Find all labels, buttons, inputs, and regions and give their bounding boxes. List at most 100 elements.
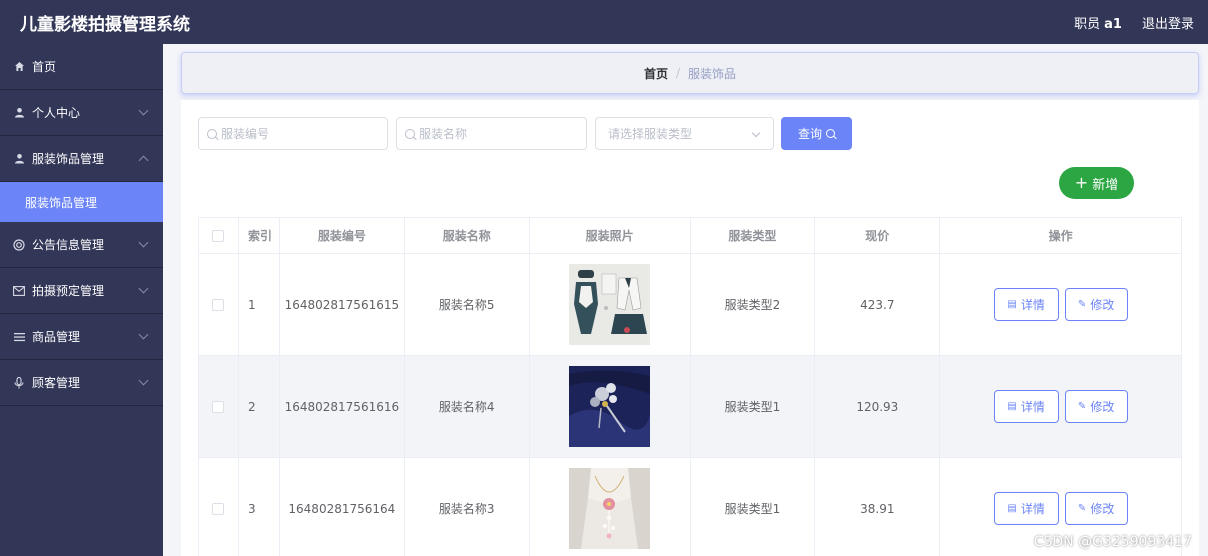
photo-cell xyxy=(530,356,691,457)
detail-button[interactable]: ▤ 详情 xyxy=(993,492,1059,525)
edit-icon: ✎ xyxy=(1077,299,1087,310)
row-checkbox[interactable] xyxy=(212,400,225,413)
price-cell: 38.91 xyxy=(815,458,941,556)
mail-icon xyxy=(12,284,26,298)
mic-icon xyxy=(12,376,26,390)
type-select[interactable]: 请选择服装类型 xyxy=(595,117,774,150)
document-icon: ▤ xyxy=(1007,299,1017,310)
edit-button-label: 修改 xyxy=(1090,502,1115,516)
column-header: 服装照片 xyxy=(530,218,691,253)
edit-button-label: 修改 xyxy=(1090,400,1115,414)
edit-button[interactable]: ✎ 修改 xyxy=(1064,288,1128,321)
sidebar-item-label: 首页 xyxy=(32,60,57,74)
type-cell: 服装类型1 xyxy=(691,458,816,556)
name-search-placeholder: 服装名称 xyxy=(419,127,468,141)
row-checkbox[interactable] xyxy=(212,298,225,311)
row-checkbox[interactable] xyxy=(212,502,225,515)
query-button-label: 查询 xyxy=(797,127,822,141)
detail-button[interactable]: ▤ 详情 xyxy=(993,288,1059,321)
sidebar-item-customer-management[interactable]: 顾客管理 xyxy=(0,360,163,406)
brooch-photo xyxy=(569,366,651,447)
breadcrumb-home[interactable]: 首页 xyxy=(644,65,668,82)
plus-icon: + xyxy=(1074,173,1089,192)
chevron-down-icon xyxy=(138,237,149,248)
sidebar-item-booking-management[interactable]: 拍摄预定管理 xyxy=(0,268,163,314)
code-search-input[interactable]: 服装编号 xyxy=(198,117,388,150)
sidebar-item-label: 个人中心 xyxy=(32,106,81,120)
detail-button[interactable]: ▤ 详情 xyxy=(993,390,1059,423)
user-icon xyxy=(12,106,26,120)
current-user: 职员 a1 xyxy=(1074,13,1122,32)
column-header: 服装名称 xyxy=(405,218,530,253)
price-cell: 423.7 xyxy=(815,254,941,355)
logout-link[interactable]: 退出登录 xyxy=(1142,13,1194,32)
top-bar: 儿童影楼拍摄管理系统 职员 a1 退出登录 xyxy=(0,0,1208,44)
column-header: 服装编号 xyxy=(280,218,405,253)
edit-icon: ✎ xyxy=(1077,503,1087,514)
home-icon xyxy=(12,60,26,74)
document-icon: ▤ xyxy=(1007,503,1017,514)
photo-cell xyxy=(530,254,691,355)
table-header: 索引 服装编号 服装名称 服装照片 服装类型 现价 操作 xyxy=(199,218,1182,254)
search-icon xyxy=(207,128,217,139)
add-button-label: 新增 xyxy=(1092,177,1119,193)
edit-button[interactable]: ✎ 修改 xyxy=(1064,390,1128,423)
chevron-down-icon xyxy=(138,283,149,294)
name-cell: 服装名称4 xyxy=(405,356,530,457)
type-cell: 服装类型2 xyxy=(691,254,816,355)
code-search-placeholder: 服装编号 xyxy=(221,127,270,141)
breadcrumb-current: 服装饰品 xyxy=(688,66,737,81)
sidebar-item-label: 公告信息管理 xyxy=(32,238,105,252)
sidebar-item-announcement-management[interactable]: 公告信息管理 xyxy=(0,222,163,268)
chevron-down-icon xyxy=(138,105,149,116)
row-checkbox-cell xyxy=(199,458,239,556)
circle-icon xyxy=(12,238,26,252)
sidebar-item-label: 商品管理 xyxy=(32,330,81,344)
sidebar-item-clothing-management[interactable]: 服装饰品管理 xyxy=(0,136,163,182)
watermark: CSDN @G3259093417 xyxy=(1033,534,1192,550)
edit-icon: ✎ xyxy=(1077,401,1087,412)
column-header: 操作 xyxy=(940,218,1182,253)
app-title: 儿童影楼拍摄管理系统 xyxy=(20,14,190,35)
code-cell: 164802817561615 xyxy=(280,254,405,355)
name-cell: 服装名称5 xyxy=(405,254,530,355)
index-cell: 1 xyxy=(239,254,280,355)
document-icon: ▤ xyxy=(1007,401,1017,412)
sidebar-item-home[interactable]: 首页 xyxy=(0,44,163,90)
column-header: 索引 xyxy=(239,218,280,253)
role-label: 职员 xyxy=(1074,16,1101,32)
breadcrumb: 首页 / 服装饰品 xyxy=(181,52,1199,94)
sidebar-item-label: 顾客管理 xyxy=(32,376,81,390)
code-cell: 16480281756164 xyxy=(280,458,405,556)
header-checkbox-cell xyxy=(199,218,239,253)
sidebar-item-label: 服装饰品管理 xyxy=(32,152,105,166)
list-icon xyxy=(12,330,26,344)
operations-cell: ▤ 详情 ✎ 修改 xyxy=(940,356,1182,457)
query-button[interactable]: 查询 xyxy=(781,117,852,150)
clothing-photo xyxy=(569,264,651,345)
row-checkbox-cell xyxy=(199,254,239,355)
header-right: 职员 a1 退出登录 xyxy=(1074,13,1208,32)
clothing-table: 索引 服装编号 服装名称 服装照片 服装类型 现价 操作 1 164802817… xyxy=(198,217,1182,556)
table-row: 2 164802817561616 服装名称4 服装类型1 120.93 ▤ 详… xyxy=(199,356,1182,458)
chevron-down-icon xyxy=(138,375,149,386)
user-icon xyxy=(12,152,26,166)
type-cell: 服装类型1 xyxy=(691,356,816,457)
chevron-up-icon xyxy=(138,155,149,166)
index-cell: 2 xyxy=(239,356,280,457)
type-select-placeholder: 请选择服装类型 xyxy=(608,127,693,141)
edit-button-label: 修改 xyxy=(1090,298,1115,312)
detail-button-label: 详情 xyxy=(1020,298,1045,312)
row-checkbox-cell xyxy=(199,356,239,457)
add-button[interactable]: + 新增 xyxy=(1059,167,1134,199)
select-all-checkbox[interactable] xyxy=(212,229,225,242)
search-icon xyxy=(826,129,835,138)
code-cell: 164802817561616 xyxy=(280,356,405,457)
sidebar-item-goods-management[interactable]: 商品管理 xyxy=(0,314,163,360)
sidebar-subitem-clothing-management[interactable]: 服装饰品管理 xyxy=(0,182,163,222)
main-panel: 服装编号 服装名称 请选择服装类型 查询 + 新增 索引 服装编号 服装名称 服… xyxy=(181,100,1199,556)
sidebar-item-personal-center[interactable]: 个人中心 xyxy=(0,90,163,136)
edit-button[interactable]: ✎ 修改 xyxy=(1064,492,1128,525)
photo-cell xyxy=(530,458,691,556)
name-search-input[interactable]: 服装名称 xyxy=(396,117,587,150)
